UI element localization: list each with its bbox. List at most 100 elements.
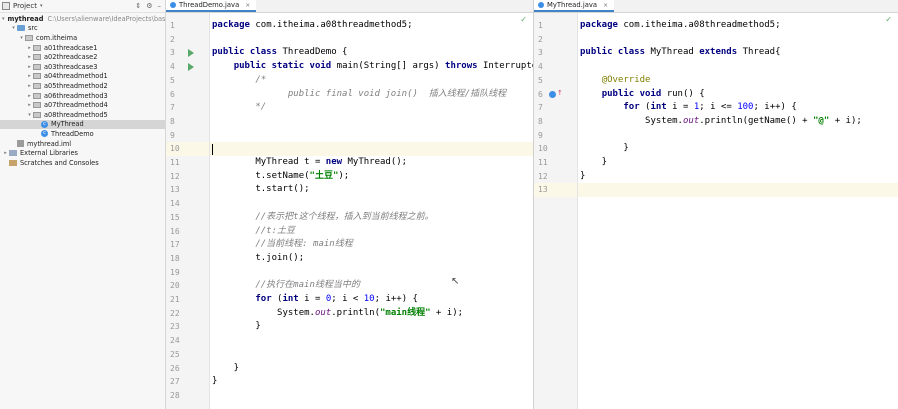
code-line[interactable]: [210, 33, 533, 47]
tab-my-thread[interactable]: MyThread.java ×: [534, 0, 615, 12]
code-area[interactable]: package com.itheima.a08threadmethod5; pub…: [578, 13, 898, 409]
tree-item[interactable]: ▸ a04threadmethod1: [0, 72, 165, 82]
dropdown-icon[interactable]: ▾: [40, 3, 43, 9]
tree-item[interactable]: ▾ a08threadmethod5: [0, 110, 165, 120]
editor-thread-demo[interactable]: ThreadDemo.java × 1 2 3 4 5 6 7 8 9 10 11 12 13 14 15 1…: [166, 0, 534, 409]
code-line[interactable]: [210, 389, 533, 403]
tree-item[interactable]: ▸ External Libraries: [0, 148, 165, 158]
code-line[interactable]: /*: [210, 74, 533, 88]
code-line[interactable]: public void run() {: [578, 88, 898, 102]
code-line[interactable]: for (int i = 0; i < 10; i++) {: [210, 293, 533, 307]
override-icon[interactable]: [549, 90, 556, 98]
code-line[interactable]: System.out.println("main线程" + i);: [210, 307, 533, 321]
code-area[interactable]: package com.itheima.a08threadmethod5; pub…: [210, 13, 533, 409]
run-icon[interactable]: [188, 63, 194, 72]
code-line[interactable]: //当前线程: main线程: [210, 238, 533, 252]
chevron-right-icon[interactable]: ▸: [26, 102, 33, 108]
tree-item[interactable]: ▸ a01threadcase1: [0, 43, 165, 53]
code-line[interactable]: [578, 129, 898, 143]
code-line[interactable]: for (int i = 1; i <= 100; i++) {: [578, 101, 898, 115]
code-line[interactable]: MyThread t = new MyThread();: [210, 156, 533, 170]
tree-item[interactable]: c MyThread: [0, 119, 165, 130]
chevron-down-icon[interactable]: ▾: [26, 112, 33, 118]
code-line[interactable]: }: [578, 170, 898, 184]
code-line[interactable]: System.out.println(getName() + "@" + i);: [578, 115, 898, 129]
code-line[interactable]: [210, 197, 533, 211]
code-line[interactable]: @Override: [578, 74, 898, 88]
code-line[interactable]: //表示把t这个线程，插入到当前线程之前。: [210, 211, 533, 225]
project-panel-title[interactable]: Project: [13, 2, 37, 10]
code-line[interactable]: public class MyThread extends Thread{: [578, 46, 898, 60]
chevron-right-icon[interactable]: ▸: [26, 83, 33, 89]
gutter[interactable]: 1 2 3 4 5 6 7 8 9 10 11 12 13 14 15 16 17 18 19 20 21 22 23 24 2…: [166, 13, 210, 409]
chevron-right-icon[interactable]: ▸: [26, 54, 33, 60]
project-panel-header[interactable]: Project ▾ ⇕ ⚙ –: [0, 0, 165, 13]
tree-item[interactable]: ▸ a02threadcase2: [0, 52, 165, 62]
package-icon: [33, 73, 41, 80]
code-line[interactable]: }: [210, 362, 533, 376]
code-line-text: /*: [255, 74, 267, 85]
code-line[interactable]: //执行在main线程当中的: [210, 279, 533, 293]
chevron-right-icon[interactable]: ▸: [26, 73, 33, 79]
chevron-right-icon[interactable]: ▸: [26, 45, 33, 51]
tree-item[interactable]: ▸ a06threadmethod3: [0, 91, 165, 101]
chevron-down-icon[interactable]: ▾: [10, 25, 17, 31]
chevron-right-icon[interactable]: ▸: [2, 150, 9, 156]
gutter[interactable]: 1 2 3 4 5 6 ↑ 7 8 9 10 11 12 13: [534, 13, 578, 409]
text-caret: [212, 143, 213, 155]
java-class-icon: [170, 2, 176, 8]
editor-my-thread[interactable]: MyThread.java × 1 2 3 4 5 6 ↑ 7 8 9 10 11 12 13 packa…: [534, 0, 898, 409]
tree-item[interactable]: ▸ a05threadmethod2: [0, 81, 165, 91]
tree-item[interactable]: mythread.iml: [0, 139, 165, 149]
code-line[interactable]: }: [210, 320, 533, 334]
code-line-text: MyThread t = new MyThread();: [212, 157, 408, 167]
code-line[interactable]: }: [578, 142, 898, 156]
code-line[interactable]: }: [578, 156, 898, 170]
run-icon[interactable]: [188, 49, 194, 58]
code-line[interactable]: public class ThreadDemo {: [210, 46, 533, 60]
gear-icon[interactable]: ⚙: [146, 2, 152, 10]
tree-item[interactable]: c ThreadDemo: [0, 129, 165, 139]
code-line[interactable]: [210, 334, 533, 348]
code-line[interactable]: public static void main(String[] args) t…: [210, 60, 533, 74]
code-line[interactable]: //t:土豆: [210, 225, 533, 239]
code-line[interactable]: [210, 115, 533, 129]
code-line[interactable]: [578, 183, 898, 198]
hide-icon[interactable]: –: [158, 2, 162, 10]
tab-thread-demo[interactable]: ThreadDemo.java ×: [166, 0, 257, 12]
tree-item[interactable]: ▾ mythread C:\Users\alienware\IdeaProjects…: [0, 14, 171, 24]
close-icon[interactable]: ×: [245, 2, 250, 9]
line-number: 28: [170, 390, 180, 400]
code-line[interactable]: */: [210, 101, 533, 115]
code-line[interactable]: t.setName("土豆");: [210, 170, 533, 184]
chevron-right-icon[interactable]: ▸: [26, 64, 33, 70]
code-line[interactable]: [210, 266, 533, 280]
tree-item[interactable]: ▾ com.itheima: [0, 33, 165, 43]
code-line[interactable]: package com.itheima.a08threadmethod5;: [578, 19, 898, 33]
code-line[interactable]: [210, 348, 533, 362]
code-line[interactable]: t.start();: [210, 183, 533, 197]
tree-item[interactable]: ▾ src: [0, 24, 165, 34]
tree-item[interactable]: Scratches and Consoles: [0, 158, 165, 168]
chevron-right-icon[interactable]: ▸: [26, 93, 33, 99]
tree-item[interactable]: ▸ a07threadmethod4: [0, 100, 165, 110]
line-number: 4: [538, 62, 543, 72]
chevron-down-icon[interactable]: ▾: [18, 35, 25, 41]
tree-item-label: a07threadmethod4: [44, 101, 108, 110]
tree-item-label: a08threadmethod5: [44, 110, 108, 119]
code-line[interactable]: package com.itheima.a08threadmethod5;: [210, 19, 533, 33]
code-line[interactable]: public final void join() 插入线程/插队线程: [210, 88, 533, 102]
chevron-down-icon[interactable]: ▾: [2, 16, 5, 22]
code-line[interactable]: [210, 142, 533, 156]
code-line[interactable]: }: [210, 375, 533, 389]
line-number: 5: [170, 75, 175, 85]
project-panel: Project ▾ ⇕ ⚙ – ▾ mythread C:\Users\alienw…: [0, 0, 171, 409]
close-icon[interactable]: ×: [603, 2, 608, 9]
code-line[interactable]: t.join();: [210, 252, 533, 266]
tree-item[interactable]: ▸ a03threadcase3: [0, 62, 165, 72]
collapse-all-icon[interactable]: ⇕: [135, 2, 141, 10]
code-line[interactable]: [578, 33, 898, 47]
code-line[interactable]: [578, 60, 898, 74]
code-line[interactable]: [210, 129, 533, 143]
line-number: 15: [170, 212, 180, 222]
